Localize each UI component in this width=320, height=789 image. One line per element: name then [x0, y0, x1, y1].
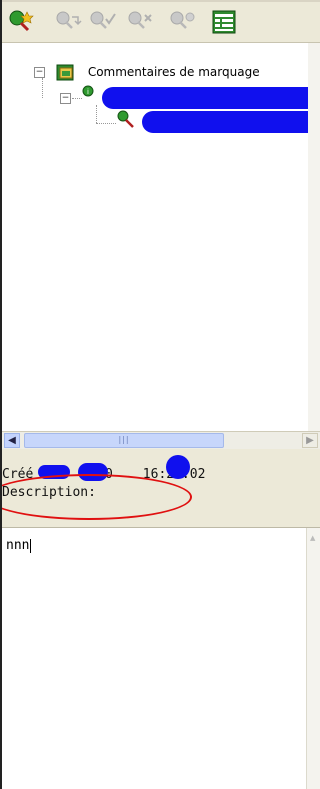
- tree-root-item[interactable]: Commentaires de marquage: [56, 63, 260, 81]
- markup-folder-icon: [56, 64, 74, 81]
- scroll-up-arrow[interactable]: ▲: [310, 534, 318, 542]
- accept-comment-button[interactable]: [88, 8, 116, 36]
- tree-connector: [96, 123, 116, 124]
- description-textarea[interactable]: nnn: [2, 528, 306, 789]
- tree-connector: [42, 78, 43, 98]
- tree-connector: [72, 98, 82, 99]
- toolbar: [2, 2, 320, 43]
- redaction-mark: [102, 87, 320, 109]
- textarea-vertical-scrollbar[interactable]: ▲: [306, 528, 320, 789]
- comment-reply-icon: [56, 11, 82, 29]
- redaction-mark: [166, 455, 190, 479]
- tree-reply-item[interactable]: [116, 109, 138, 132]
- tree-root-label: Commentaires de marquage: [87, 64, 260, 79]
- comment-accept-icon: [90, 11, 116, 29]
- scroll-thumb[interactable]: |||: [24, 433, 224, 448]
- comment-options-icon: [170, 11, 195, 29]
- scroll-right-arrow[interactable]: ▶: [302, 433, 318, 448]
- svg-text:i: i: [87, 88, 89, 96]
- comments-tree[interactable]: − Commentaires de marquage − i: [2, 43, 320, 431]
- description-text: nnn: [6, 538, 32, 553]
- tree-comment-item[interactable]: i: [82, 85, 96, 102]
- reply-comment-button[interactable]: [54, 8, 82, 36]
- add-comment-button[interactable]: [8, 8, 36, 36]
- left-border: [0, 0, 2, 789]
- tree-vertical-scrollbar[interactable]: [308, 43, 320, 431]
- comment-options-button[interactable]: [168, 8, 196, 36]
- comment-delete-icon: [128, 11, 152, 29]
- root-collapse-toggle[interactable]: −: [34, 67, 45, 78]
- markup-comments-panel: − Commentaires de marquage − i ◀ ||| ▶ C…: [0, 0, 320, 789]
- child-collapse-toggle[interactable]: −: [60, 93, 71, 104]
- comment-add-icon: [9, 10, 34, 32]
- spreadsheet-icon: [212, 10, 236, 34]
- table-view-button[interactable]: [210, 8, 238, 36]
- redaction-mark: [142, 111, 320, 133]
- text-caret: [30, 538, 32, 553]
- comment-icon: i: [82, 85, 94, 97]
- scroll-left-arrow[interactable]: ◀: [4, 433, 20, 448]
- horizontal-scrollbar[interactable]: ◀ ||| ▶: [2, 431, 320, 449]
- delete-comment-button[interactable]: [126, 8, 154, 36]
- comment-reply-item-icon: [117, 110, 134, 128]
- tree-connector: [96, 105, 97, 123]
